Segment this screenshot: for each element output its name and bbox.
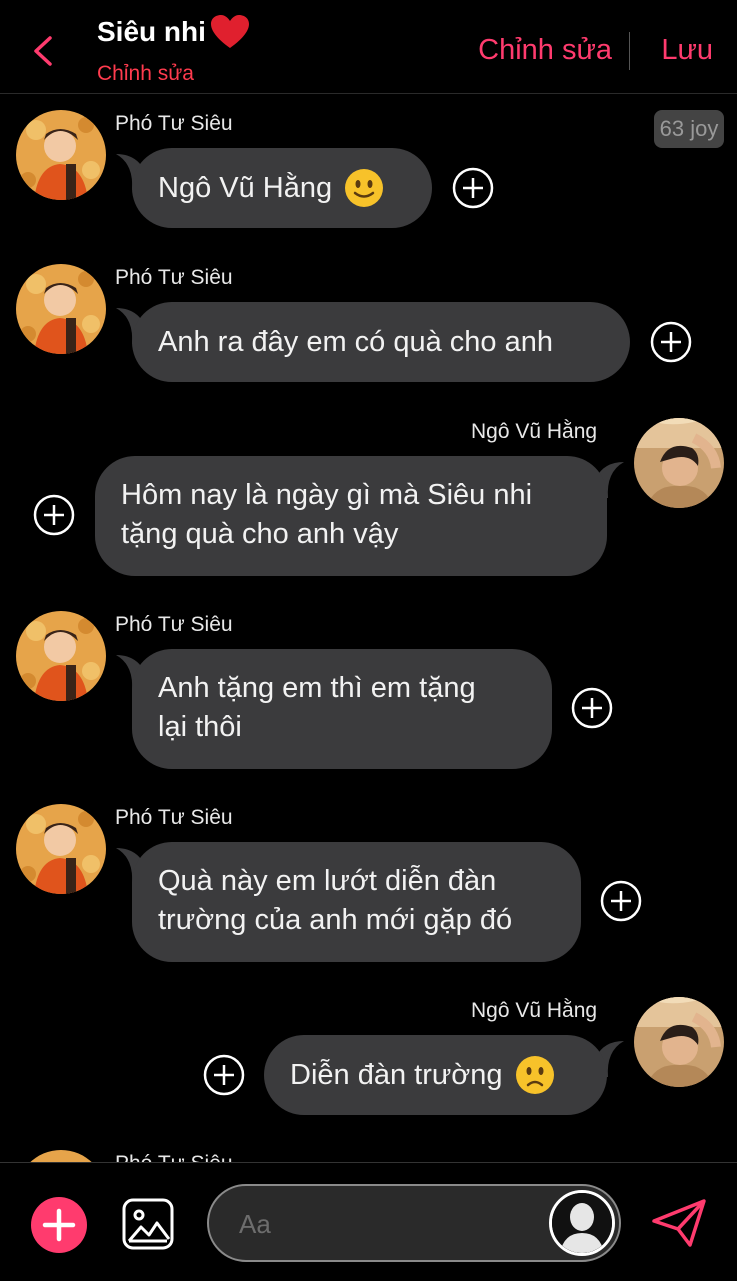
avatar-pho-tu-sieu[interactable]	[16, 611, 106, 701]
save-button[interactable]: Lưu	[661, 34, 713, 67]
back-chevron-icon[interactable]	[28, 34, 58, 68]
person-silhouette-icon	[552, 1193, 612, 1253]
add-reaction-icon[interactable]	[202, 1053, 246, 1097]
message-text-line: trường của anh mới gặp đó	[158, 904, 513, 936]
message-text-line: Hôm nay là ngày gì mà Siêu nhi	[121, 479, 533, 511]
message-text-line: tặng quà cho anh vậy	[121, 518, 399, 550]
plus-icon	[42, 1208, 76, 1242]
joy-badge: 63 joy	[654, 110, 724, 148]
avatar-pho-tu-sieu[interactable]	[16, 264, 106, 354]
add-reaction-icon[interactable]	[570, 686, 614, 730]
avatar-pho-tu-sieu[interactable]	[16, 110, 106, 200]
sender-name: Phó Tư Siêu	[115, 266, 233, 289]
sender-name: Phó Tư Siêu	[115, 613, 233, 636]
message-bubble[interactable]: Anh tặng em thì em tặng lại thôi	[132, 649, 552, 769]
chat-title-text: Siêu nhi	[97, 16, 206, 47]
sender-name: Phó Tư Siêu	[115, 112, 233, 135]
message-text-line: lại thôi	[158, 711, 242, 743]
send-icon[interactable]	[650, 1197, 708, 1249]
avatar-ngo-vu-hang[interactable]	[634, 418, 724, 508]
image-gallery-icon[interactable]	[121, 1197, 175, 1251]
add-reaction-icon[interactable]	[32, 493, 76, 537]
sender-name: Phó Tư Siêu	[115, 806, 233, 829]
message-input-placeholder: Aa	[239, 1209, 271, 1239]
message-bubble[interactable]: Quà này em lướt diễn đàn trường của anh …	[132, 842, 581, 962]
add-reaction-icon[interactable]	[451, 166, 495, 210]
message-text: Anh ra đây em có quà cho anh	[158, 325, 553, 358]
message-bubble[interactable]: Diễn đàn trường	[264, 1035, 607, 1115]
message-bubble[interactable]: Hôm nay là ngày gì mà Siêu nhi tặng quà …	[95, 456, 607, 576]
edit-button[interactable]: Chỉnh sửa	[478, 34, 612, 67]
avatar-pho-tu-sieu[interactable]	[16, 804, 106, 894]
avatar-ngo-vu-hang[interactable]	[634, 997, 724, 1087]
sender-name: Ngô Vũ Hằng	[471, 420, 598, 443]
add-reaction-icon[interactable]	[649, 320, 693, 364]
header-divider	[629, 32, 630, 70]
chat-subtitle[interactable]: Chỉnh sửa	[97, 62, 194, 86]
message-bubble[interactable]: Ngô Vũ Hằng	[132, 148, 432, 228]
composer-bar: Aa	[0, 1162, 737, 1281]
message-text: Ngô Vũ Hằng	[158, 171, 333, 204]
switch-user-avatar[interactable]	[549, 1190, 615, 1256]
message-text-line: Anh tặng em thì em tặng	[158, 672, 476, 704]
sender-name: Ngô Vũ Hằng	[471, 999, 598, 1022]
message-text-line: Quà này em lướt diễn đàn	[158, 865, 497, 897]
slightly-smiling-face-icon	[345, 169, 384, 207]
add-reaction-icon[interactable]	[599, 879, 643, 923]
chat-title: Siêu nhi	[97, 14, 250, 50]
message-text: Diễn đàn trường	[290, 1058, 503, 1091]
message-bubble[interactable]: Anh ra đây em có quà cho anh	[132, 302, 630, 382]
frowning-face-icon	[515, 1056, 554, 1094]
chat-header: Siêu nhi Chỉnh sửa Chỉnh sửa Lưu	[0, 0, 737, 94]
message-input[interactable]: Aa	[207, 1184, 621, 1262]
add-button[interactable]	[31, 1197, 87, 1253]
heart-icon	[210, 15, 249, 48]
